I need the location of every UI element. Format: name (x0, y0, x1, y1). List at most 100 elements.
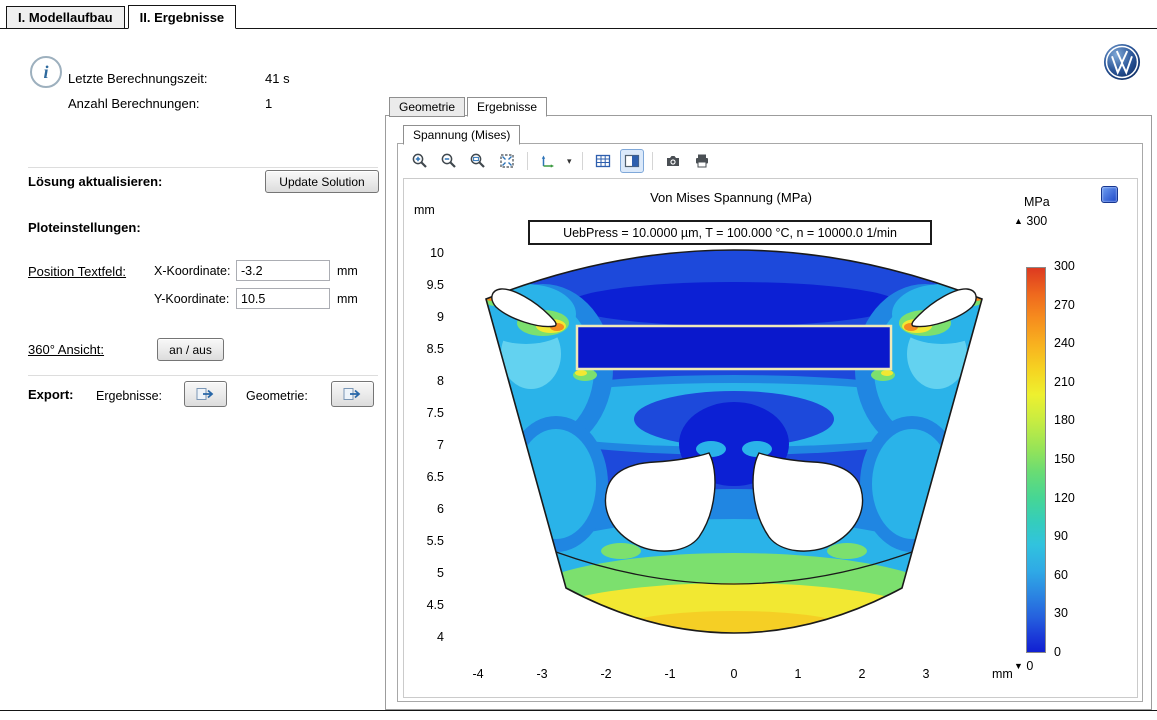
camera-icon[interactable] (661, 149, 685, 173)
colorbar-tick: 210 (1054, 375, 1088, 389)
x-tick: -2 (591, 667, 621, 681)
colorbar-tick: 30 (1054, 606, 1088, 620)
toolbar-separator (527, 152, 528, 170)
y-tick: 8 (408, 374, 444, 388)
y-axis-unit: mm (414, 203, 435, 217)
plot-page: ▾ Von Mises Spannung (MPa) mm UebPress =… (397, 143, 1143, 702)
triangle-down-icon: ▼ (1014, 661, 1023, 671)
export-heading: Export: (28, 387, 74, 402)
graphics-tab-strip: Geometrie Ergebnisse (389, 95, 549, 116)
export-results-button[interactable] (184, 381, 227, 407)
plot-toolbar: ▾ (408, 148, 714, 174)
y-tick: 7.5 (408, 406, 444, 420)
toolbar-separator (652, 152, 653, 170)
plot-window-icon[interactable] (1101, 186, 1118, 203)
plot-tab-strip: Spannung (Mises) (403, 123, 522, 144)
zoom-out-icon[interactable] (437, 149, 461, 173)
colorbar-min: ▼ 0 (1014, 659, 1033, 673)
stress-field-plot[interactable] (451, 219, 1011, 664)
x-tick: 1 (783, 667, 813, 681)
info-icon-glyph: i (43, 62, 48, 83)
computation-count-value: 1 (265, 96, 272, 111)
colorbar-tick: 120 (1054, 491, 1088, 505)
x-tick: 0 (719, 667, 749, 681)
main-tab-strip: I. Modellaufbau II. Ergebnisse (0, 5, 1157, 29)
tab-geometrie[interactable]: Geometrie (389, 97, 465, 117)
zoom-extents-icon[interactable] (495, 149, 519, 173)
x-tick: -3 (527, 667, 557, 681)
plot-annotation: UebPress = 10.0000 µm, T = 100.000 °C, n… (528, 220, 932, 245)
plot-settings-heading: Ploteinstellungen: (28, 220, 141, 235)
x-coordinate-label: X-Koordinate: (154, 264, 230, 278)
zoom-in-icon[interactable] (408, 149, 432, 173)
tab-ergebnisse[interactable]: II. Ergebnisse (128, 5, 237, 29)
table-icon[interactable] (591, 149, 615, 173)
colorbar-gradient (1026, 267, 1046, 653)
last-computation-value: 41 s (265, 71, 290, 86)
export-geometry-label: Geometrie: (246, 389, 308, 403)
y-coordinate-unit: mm (337, 292, 358, 306)
colorbar-tick: 0 (1054, 645, 1088, 659)
export-geometry-button[interactable] (331, 381, 374, 407)
window-bottom-border (0, 710, 1157, 711)
y-tick: 5 (408, 566, 444, 580)
tab-ergebnisse-graphics[interactable]: Ergebnisse (467, 97, 547, 117)
y-tick: 6.5 (408, 470, 444, 484)
view360-toggle-button[interactable]: an / aus (157, 338, 224, 361)
x-coordinate-unit: mm (337, 264, 358, 278)
view360-label: 360° Ansicht: (28, 342, 104, 357)
update-solution-button[interactable]: Update Solution (265, 170, 379, 193)
zoom-box-icon[interactable] (466, 149, 490, 173)
app-window: I. Modellaufbau II. Ergebnisse i Letzte … (0, 0, 1157, 720)
tab-modellaufbau[interactable]: I. Modellaufbau (6, 6, 125, 29)
axis-orientation-icon[interactable] (536, 149, 560, 173)
colorbar-tick: 240 (1054, 336, 1088, 350)
colorbar-tick: 150 (1054, 452, 1088, 466)
colorbar-tick: 60 (1054, 568, 1088, 582)
plot-title: Von Mises Spannung (MPa) (451, 190, 1011, 205)
textfield-position-label: Position Textfeld: (28, 264, 126, 279)
y-coordinate-input[interactable] (236, 288, 330, 309)
printer-icon[interactable] (690, 149, 714, 173)
split-view-icon[interactable] (620, 149, 644, 173)
tab-spannung-mises[interactable]: Spannung (Mises) (403, 125, 520, 145)
info-icon: i (30, 56, 62, 88)
y-tick: 8.5 (408, 342, 444, 356)
divider (28, 375, 378, 376)
y-tick: 10 (408, 246, 444, 260)
update-solution-label: Lösung aktualisieren: (28, 174, 162, 189)
vw-logo-icon (1103, 43, 1141, 84)
export-results-label: Ergebnisse: (96, 389, 162, 403)
colorbar-tick: 180 (1054, 413, 1088, 427)
x-tick: -4 (463, 667, 493, 681)
y-tick: 9 (408, 310, 444, 324)
colorbar-tick: 270 (1054, 298, 1088, 312)
export-icon (196, 387, 216, 401)
x-coordinate-input[interactable] (236, 260, 330, 281)
computation-count-label: Anzahl Berechnungen: (68, 96, 200, 111)
y-tick: 4 (408, 630, 444, 644)
colorbar-unit: MPa (1024, 195, 1050, 209)
y-tick: 5.5 (408, 534, 444, 548)
axis-orientation-dropdown-icon[interactable]: ▾ (565, 156, 574, 167)
plot-canvas[interactable]: Von Mises Spannung (MPa) mm UebPress = 1… (403, 178, 1138, 698)
y-tick: 9.5 (408, 278, 444, 292)
colorbar-min-value: 0 (1026, 659, 1033, 673)
x-tick: 3 (911, 667, 941, 681)
y-tick: 4.5 (408, 598, 444, 612)
y-coordinate-label: Y-Koordinate: (154, 292, 229, 306)
x-tick: -1 (655, 667, 685, 681)
y-tick: 6 (408, 502, 444, 516)
x-tick: 2 (847, 667, 877, 681)
divider (28, 167, 378, 168)
x-axis-unit: mm (992, 667, 1013, 681)
colorbar-max: ▲ 300 (1014, 214, 1047, 228)
export-icon (343, 387, 363, 401)
triangle-up-icon: ▲ (1014, 216, 1023, 226)
last-computation-label: Letzte Berechnungszeit: (68, 71, 207, 86)
colorbar-tick: 90 (1054, 529, 1088, 543)
colorbar-max-value: 300 (1026, 214, 1047, 228)
y-tick: 7 (408, 438, 444, 452)
toolbar-separator (582, 152, 583, 170)
colorbar-tick: 300 (1054, 259, 1088, 273)
